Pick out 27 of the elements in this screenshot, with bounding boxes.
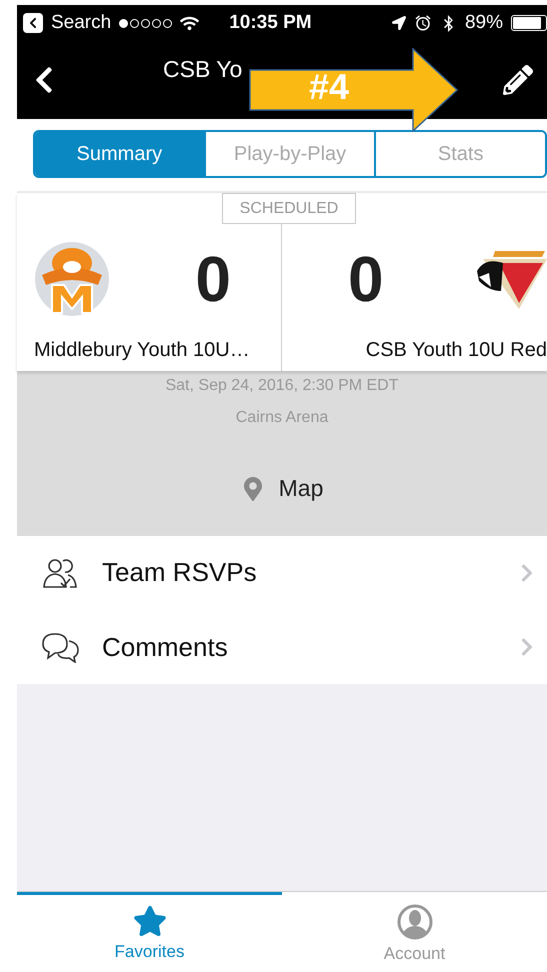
annotation-label: #4 [309,66,350,108]
row-label[interactable]: Team RSVPs [102,557,517,588]
back-icon[interactable] [23,13,43,33]
edit-icon[interactable] [503,65,533,95]
home-team-name: Middlebury Youth 10U… [33,339,251,362]
segment-tab[interactable]: Summary [35,132,204,176]
away-score: 0 [348,242,384,316]
battery-percent: 89% [464,12,503,34]
segment-tab[interactable]: Stats [374,132,545,176]
nav-title: CSB Yo [163,54,242,84]
status-tag: SCHEDULED [222,193,356,224]
map-link[interactable]: Map [240,475,324,502]
location-icon [392,16,406,30]
clock: 10:35 PM [229,12,312,34]
alarm-icon [414,14,432,32]
back-label[interactable]: Search [51,12,112,34]
game-date: Sat, Sep 24, 2016, 2:30 PM EDT [165,377,399,395]
people-icon [42,557,76,589]
battery-icon [511,15,547,31]
signal-icon [119,18,172,28]
chat-icon [40,631,80,663]
account-icon [396,904,432,940]
star-icon [132,904,166,938]
row-label[interactable]: Comments [102,632,517,662]
away-team-name: CSB Youth 10U Red [364,339,547,362]
home-score: 0 [195,242,231,316]
venue: Cairns Arena [236,409,328,427]
